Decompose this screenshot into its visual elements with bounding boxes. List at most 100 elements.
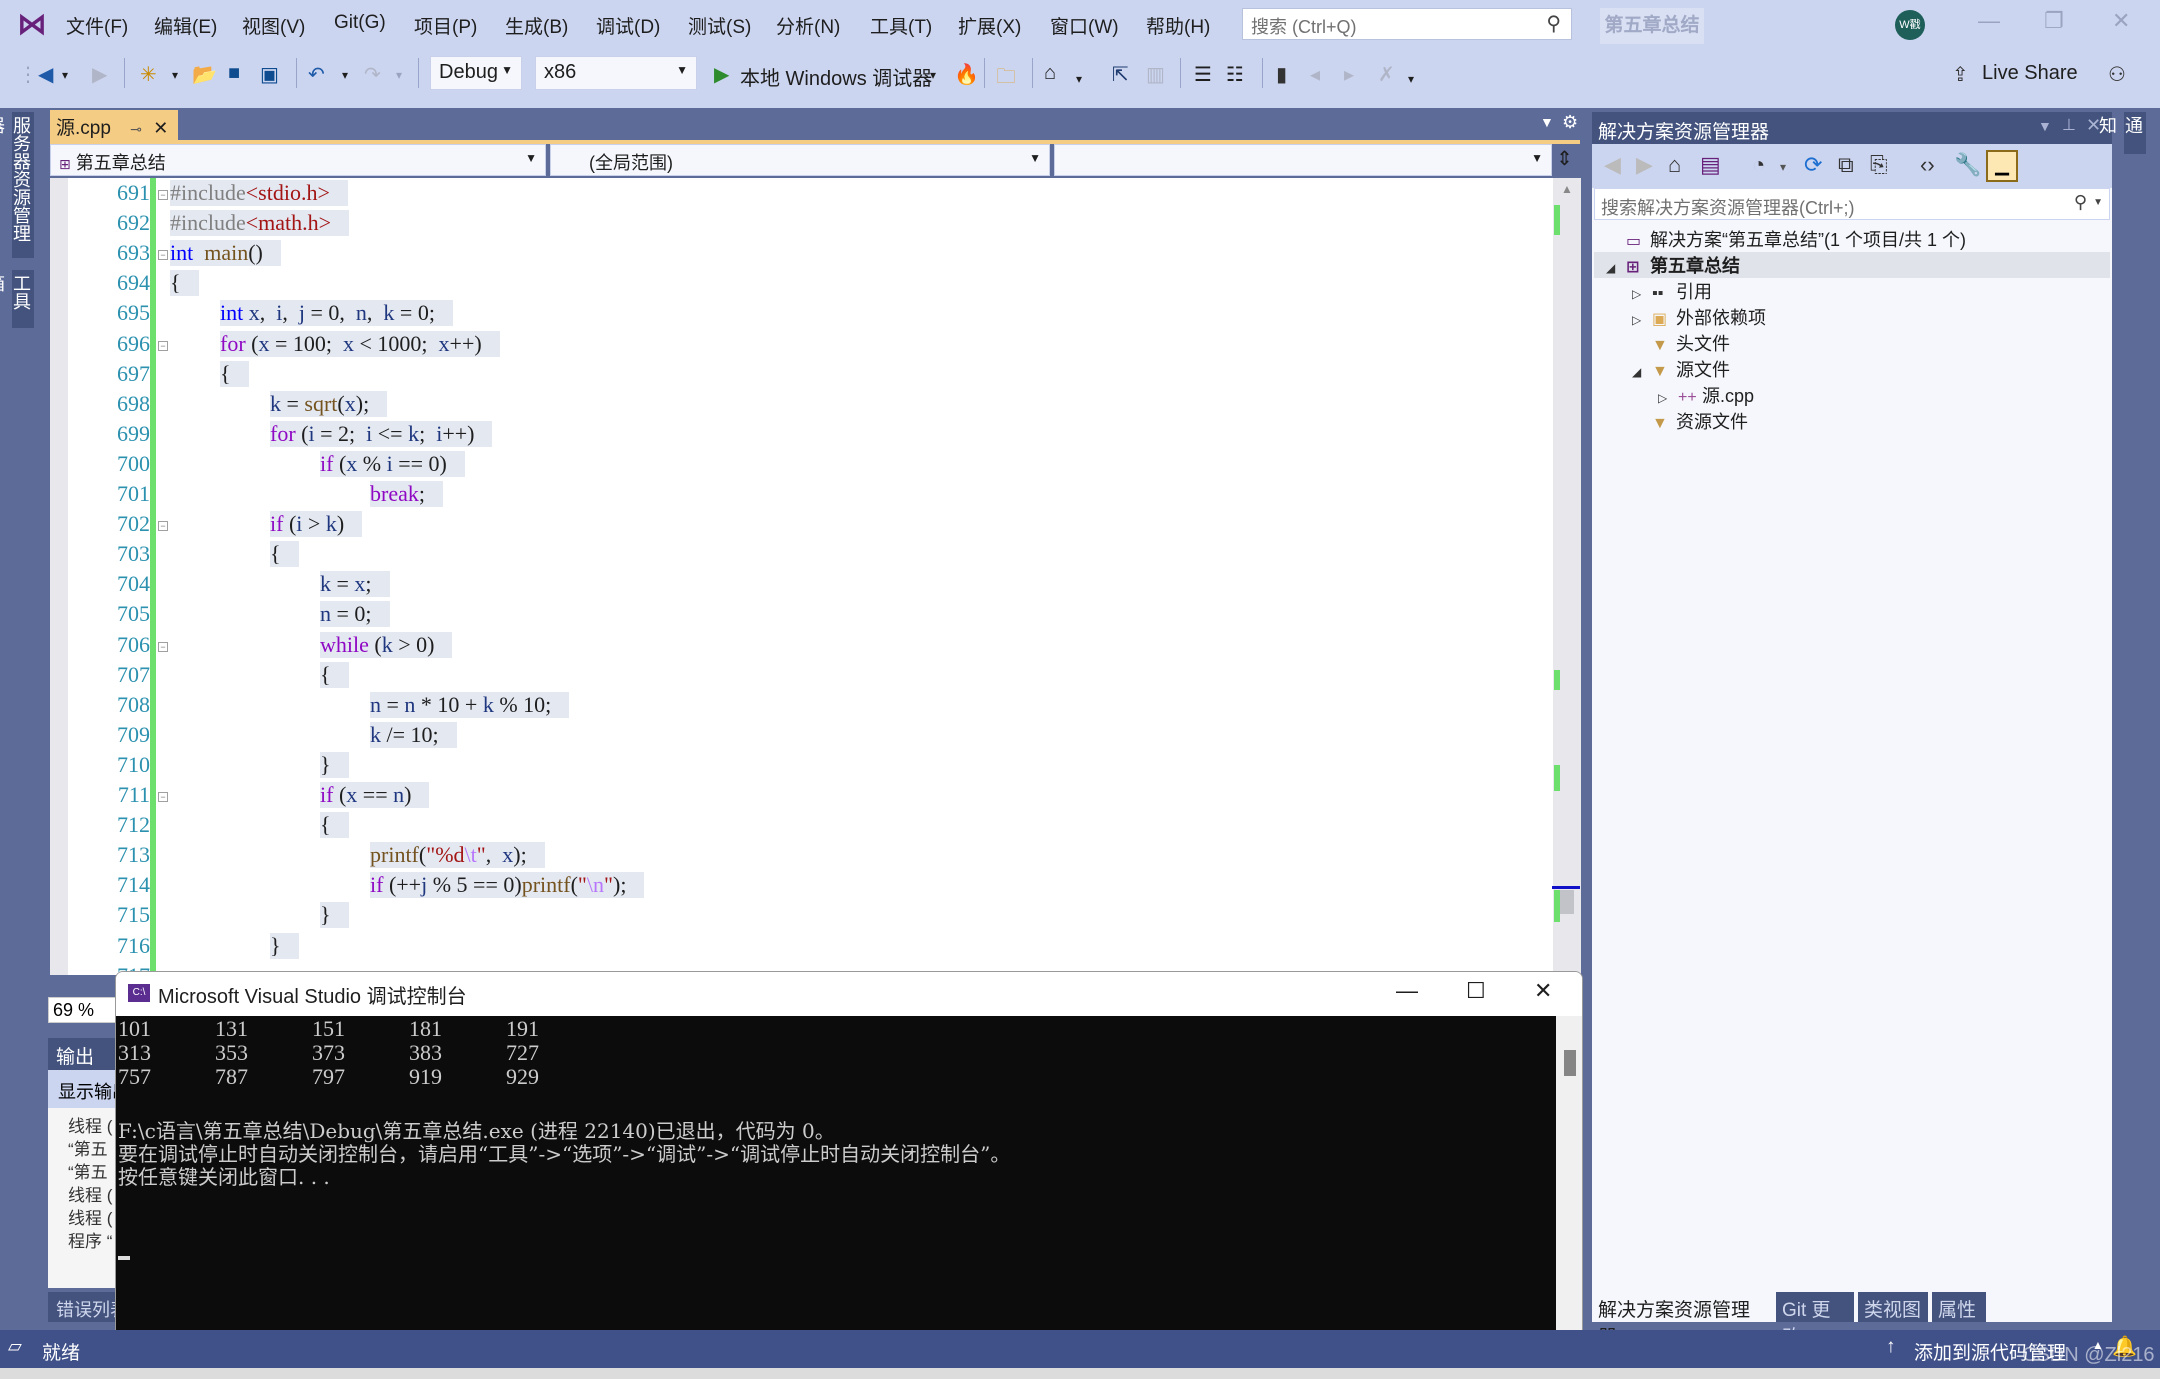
- tree-item[interactable]: ▷ ▪▪ 引用: [1632, 278, 1712, 304]
- tree-item[interactable]: ▷ ▣ 外部依赖项: [1632, 304, 1766, 330]
- toolbar-overflow-icon[interactable]: ▾: [1408, 72, 1414, 86]
- console-scrollbar-thumb[interactable]: [1564, 1050, 1576, 1076]
- preview-selected-items-icon[interactable]: ▁: [1986, 150, 2018, 182]
- collapse-icon[interactable]: ◢: [1606, 261, 1626, 275]
- forward-icon[interactable]: ▶: [1636, 152, 1653, 178]
- start-debugging-button[interactable]: 本地 Windows 调试器: [740, 62, 932, 91]
- menu-item[interactable]: 工具(T): [870, 12, 932, 39]
- window-position-dropdown-icon[interactable]: ▼: [2038, 118, 2052, 134]
- filter-dropdown-icon[interactable]: ▾: [1780, 160, 1786, 174]
- tree-item[interactable]: ▷ ++ 源.cpp: [1658, 382, 1754, 408]
- minimize-window-button[interactable]: —: [1978, 8, 2000, 34]
- next-bookmark-icon[interactable]: ▸: [1344, 62, 1354, 87]
- save-all-icon[interactable]: ▣: [260, 62, 279, 87]
- menu-item[interactable]: 文件(F): [66, 12, 128, 39]
- account-avatar[interactable]: W戳: [1895, 10, 1925, 40]
- bottom-tab[interactable]: Git 更改: [1776, 1292, 1854, 1348]
- document-tab-source-cpp[interactable]: 源.cpp ⊸ ✕: [50, 110, 178, 140]
- solution-explorer-search-input[interactable]: 搜索解决方案资源管理器(Ctrl+;) ⚲ ▼: [1594, 188, 2110, 220]
- open-file-icon[interactable]: 📂: [192, 62, 217, 87]
- clear-bookmarks-icon[interactable]: ✗: [1378, 62, 1395, 87]
- tree-item[interactable]: ◢ ⊞ 第五章总结: [1606, 252, 1740, 278]
- close-window-button[interactable]: ✕: [2112, 8, 2130, 34]
- live-share-button[interactable]: Live Share: [1982, 62, 2078, 85]
- split-editor-icon[interactable]: ⇕: [1556, 146, 1573, 171]
- output-panel-header[interactable]: 输出: [48, 1038, 118, 1070]
- view-code-icon[interactable]: ‹›: [1920, 152, 1935, 178]
- back-icon[interactable]: ◀: [1604, 152, 1621, 178]
- bookmark-icon[interactable]: ▮: [1276, 62, 1287, 87]
- save-icon[interactable]: ■: [228, 62, 240, 85]
- notifications-tab[interactable]: 通知: [2097, 112, 2146, 154]
- collapse-icon[interactable]: ◢: [1632, 365, 1652, 379]
- expand-icon[interactable]: ▷: [1632, 287, 1652, 301]
- back-dropdown-icon[interactable]: ▾: [62, 68, 68, 82]
- fold-toggle-icon[interactable]: −: [158, 250, 168, 261]
- browser-link-icon[interactable]: ⌂: [1044, 62, 1056, 85]
- console-close-button[interactable]: ✕: [1534, 978, 1552, 1004]
- fold-toggle-icon[interactable]: −: [158, 340, 168, 351]
- scope-navigation-dropdown[interactable]: (全局范围) ▼: [550, 144, 1050, 176]
- solution-configuration-select[interactable]: Debug ▼: [430, 56, 522, 90]
- start-debugging-icon[interactable]: ▶: [714, 62, 729, 87]
- hot-reload-icon[interactable]: 🔥: [954, 62, 979, 87]
- scrollbar-thumb[interactable]: [1560, 890, 1574, 914]
- comment-lines-icon[interactable]: ☰: [1194, 62, 1212, 87]
- editor-vertical-scrollbar[interactable]: ▲: [1553, 178, 1581, 975]
- expand-icon[interactable]: ▷: [1658, 391, 1678, 405]
- scroll-up-icon[interactable]: ▲: [1561, 182, 1573, 196]
- zoom-level-combo[interactable]: 69 %: [48, 997, 118, 1023]
- menu-item[interactable]: 生成(B): [505, 12, 568, 39]
- menu-item[interactable]: 扩展(X): [958, 12, 1021, 39]
- collapse-all-icon[interactable]: ⧉: [1838, 152, 1854, 178]
- error-list-tab[interactable]: 错误列表: [48, 1292, 118, 1322]
- menu-item[interactable]: Git(G): [334, 12, 386, 34]
- redo-dropdown-icon[interactable]: ▾: [396, 68, 402, 82]
- toolbox-tab[interactable]: 工具箱: [0, 270, 34, 328]
- navigate-back-icon[interactable]: ◀: [38, 62, 53, 87]
- menu-item[interactable]: 窗口(W): [1050, 12, 1119, 39]
- uncomment-lines-icon[interactable]: ☷: [1226, 62, 1244, 87]
- restore-window-button[interactable]: ❐: [2044, 8, 2064, 34]
- tree-item[interactable]: ▼ 头文件: [1632, 330, 1730, 356]
- settings-gear-icon[interactable]: ⚙: [1562, 112, 1578, 133]
- close-tab-icon[interactable]: ✕: [153, 118, 168, 138]
- find-in-files-icon[interactable]: 🗀: [996, 62, 1016, 96]
- previous-bookmark-icon[interactable]: ◂: [1310, 62, 1320, 87]
- home-icon[interactable]: ⌂: [1668, 152, 1681, 178]
- new-project-dropdown-icon[interactable]: ▾: [172, 68, 178, 82]
- member-navigation-dropdown[interactable]: ▼: [1054, 144, 1552, 176]
- toolbar-grip[interactable]: ⋮: [18, 62, 38, 87]
- feedback-icon[interactable]: ⚇: [2108, 62, 2126, 87]
- fold-toggle-icon[interactable]: −: [158, 641, 168, 652]
- auto-hide-pin-icon[interactable]: ⊥: [2062, 115, 2076, 135]
- tab-list-dropdown-icon[interactable]: ▼: [1540, 114, 1554, 130]
- navigate-forward-icon[interactable]: ▶: [92, 62, 107, 87]
- menu-item[interactable]: 视图(V): [242, 12, 305, 39]
- live-share-icon[interactable]: ⇪: [1952, 62, 1969, 87]
- search-options-dropdown-icon[interactable]: ▼: [2093, 197, 2103, 208]
- menu-item[interactable]: 测试(S): [688, 12, 751, 39]
- step-into-specific-icon[interactable]: ⇱: [1112, 62, 1129, 87]
- bottom-tab[interactable]: 类视图: [1858, 1292, 1928, 1322]
- show-all-files-icon[interactable]: ⎘: [1870, 152, 1888, 178]
- undo-icon[interactable]: ↶: [308, 62, 325, 87]
- menu-item[interactable]: 调试(D): [596, 12, 660, 39]
- pending-changes-filter-icon[interactable]: ◔: [1752, 152, 1765, 178]
- fold-toggle-icon[interactable]: −: [158, 521, 168, 532]
- menu-item[interactable]: 项目(P): [414, 12, 477, 39]
- search-input[interactable]: 搜索 (Ctrl+Q) ⚲: [1242, 8, 1572, 40]
- sync-refresh-icon[interactable]: ⟳: [1804, 152, 1822, 178]
- fold-toggle-icon[interactable]: −: [158, 792, 168, 802]
- solution-platform-select[interactable]: x86 ▼: [535, 56, 697, 90]
- server-explorer-tab[interactable]: 服务器资源管理器: [0, 112, 34, 258]
- console-minimize-button[interactable]: —: [1396, 978, 1418, 1004]
- menu-item[interactable]: 分析(N): [776, 12, 840, 39]
- bottom-tab[interactable]: 属性: [1932, 1292, 1986, 1322]
- debug-target-dropdown-icon[interactable]: ▾: [930, 68, 936, 82]
- code-editor[interactable]: 691− #include<stdio.h> 692 #include<math.h>…: [50, 178, 1553, 975]
- new-project-icon[interactable]: ✳: [140, 62, 157, 87]
- bottom-tab[interactable]: 解决方案资源管理器: [1592, 1292, 1772, 1348]
- tree-item[interactable]: ◢ ▼ 源文件: [1632, 356, 1730, 382]
- debug-console-window[interactable]: C:\ Microsoft Visual Studio 调试控制台 — ☐ ✕ …: [115, 971, 1583, 1366]
